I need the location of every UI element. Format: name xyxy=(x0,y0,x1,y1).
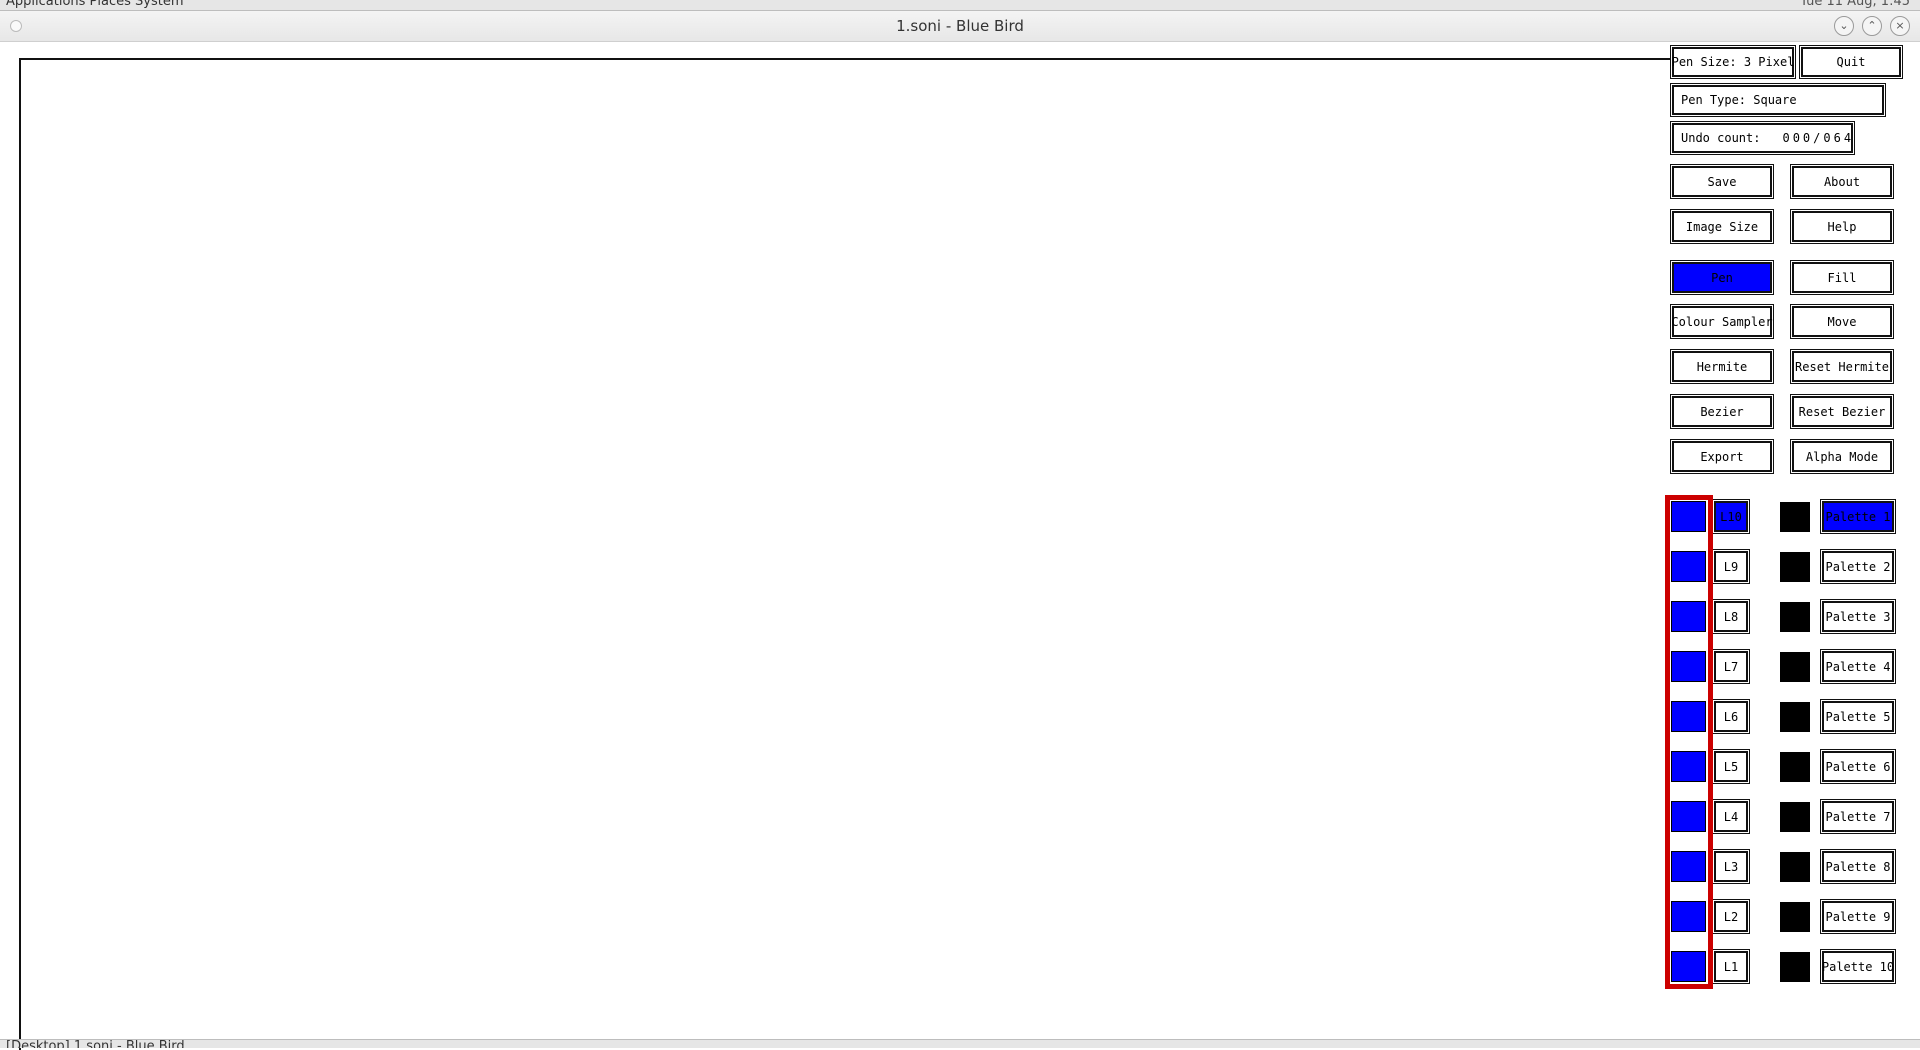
palette-button[interactable]: Palette 3 xyxy=(1820,599,1896,634)
palette-button[interactable]: Palette 9 xyxy=(1820,899,1896,934)
move-tool-button[interactable]: Move xyxy=(1790,304,1894,339)
image-size-button[interactable]: Image Size xyxy=(1670,209,1774,244)
layer-button[interactable]: L8 xyxy=(1712,599,1750,634)
alpha-mode-button[interactable]: Alpha Mode xyxy=(1790,439,1894,474)
palette-button[interactable]: Palette 4 xyxy=(1820,649,1896,684)
palette-colour-swatch[interactable] xyxy=(1780,552,1810,582)
undo-count-display: Undo count: 000/064 xyxy=(1670,121,1855,155)
palette-button[interactable]: Palette 10 xyxy=(1820,949,1896,984)
export-button[interactable]: Export xyxy=(1670,439,1774,474)
system-top-panel: Applications Places System Tue 11 Aug, 1… xyxy=(0,0,1920,11)
palette-button[interactable]: Palette 6 xyxy=(1820,749,1896,784)
pen-tool-button[interactable]: Pen xyxy=(1670,260,1774,295)
fill-tool-button[interactable]: Fill xyxy=(1790,260,1894,295)
layer-button[interactable]: L1 xyxy=(1712,949,1750,984)
window-titlebar: 1.soni - Blue Bird ⌄ ⌃ × xyxy=(0,11,1920,42)
top-panel-status: Tue 11 Aug, 1:45 xyxy=(1800,0,1910,9)
undo-count-value: 000/064 xyxy=(1782,131,1855,145)
palette-colour-swatch[interactable] xyxy=(1780,702,1810,732)
reset-bezier-button[interactable]: Reset Bezier xyxy=(1790,394,1894,429)
palette-colour-swatch[interactable] xyxy=(1780,802,1810,832)
drawing-canvas[interactable] xyxy=(19,58,1671,1050)
undo-count-label: Undo count: xyxy=(1681,131,1761,145)
layer-button[interactable]: L6 xyxy=(1712,699,1750,734)
layer-button[interactable]: L3 xyxy=(1712,849,1750,884)
hermite-button[interactable]: Hermite xyxy=(1670,349,1774,384)
palette-colour-swatch[interactable] xyxy=(1780,502,1810,532)
palette-colour-swatch[interactable] xyxy=(1780,902,1810,932)
layer-button[interactable]: L10 xyxy=(1712,499,1750,534)
palette-colour-swatch[interactable] xyxy=(1780,652,1810,682)
layer-button[interactable]: L7 xyxy=(1712,649,1750,684)
layer-button[interactable]: L4 xyxy=(1712,799,1750,834)
layer-button[interactable]: L5 xyxy=(1712,749,1750,784)
pen-size-button[interactable]: Pen Size: 3 Pixel xyxy=(1670,45,1796,79)
palette-button[interactable]: Palette 2 xyxy=(1820,549,1896,584)
palette-colour-swatch[interactable] xyxy=(1780,952,1810,982)
about-button[interactable]: About xyxy=(1790,164,1894,199)
minimize-icon[interactable]: ⌄ xyxy=(1834,16,1854,36)
layer-button[interactable]: L9 xyxy=(1712,549,1750,584)
palette-button[interactable]: Palette 1 xyxy=(1820,499,1896,534)
palette-button[interactable]: Palette 5 xyxy=(1820,699,1896,734)
bezier-button[interactable]: Bezier xyxy=(1670,394,1774,429)
layer-button[interactable]: L2 xyxy=(1712,899,1750,934)
reset-hermite-button[interactable]: Reset Hermite xyxy=(1790,349,1894,384)
colour-sampler-button[interactable]: Colour Sampler xyxy=(1670,304,1774,339)
palette-colour-swatch[interactable] xyxy=(1780,852,1810,882)
quit-button[interactable]: Quit xyxy=(1799,45,1903,79)
pen-type-button[interactable]: Pen Type: Square xyxy=(1670,83,1886,117)
layer-swatch-highlight xyxy=(1665,495,1713,989)
save-button[interactable]: Save xyxy=(1670,164,1774,199)
window-title: 1.soni - Blue Bird xyxy=(896,17,1024,35)
maximize-icon[interactable]: ⌃ xyxy=(1862,16,1882,36)
palette-button[interactable]: Palette 8 xyxy=(1820,849,1896,884)
palette-colour-swatch[interactable] xyxy=(1780,602,1810,632)
close-icon[interactable]: × xyxy=(1890,16,1910,36)
help-button[interactable]: Help xyxy=(1790,209,1894,244)
top-panel-menu[interactable]: Applications Places System xyxy=(6,0,184,9)
palette-colour-swatch[interactable] xyxy=(1780,752,1810,782)
palette-button[interactable]: Palette 7 xyxy=(1820,799,1896,834)
